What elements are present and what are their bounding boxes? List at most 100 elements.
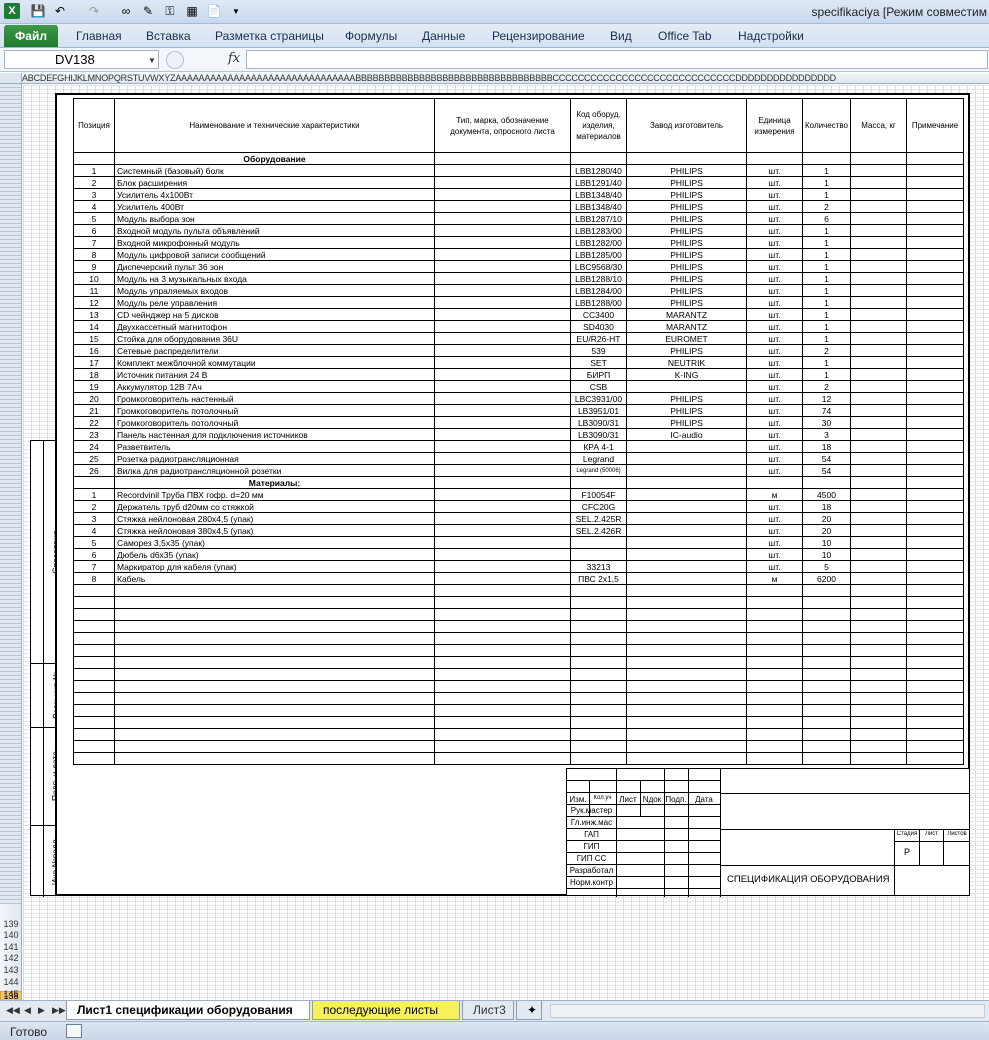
table-cell[interactable] (626, 656, 747, 669)
tab-view[interactable]: Вид (610, 29, 632, 43)
table-cell[interactable] (906, 584, 964, 597)
row-header[interactable]: 144 (0, 977, 21, 987)
next-sheet-icon[interactable]: ▶ (38, 1005, 45, 1016)
table-cell[interactable] (626, 452, 747, 465)
table-cell[interactable] (746, 584, 803, 597)
table-cell[interactable]: 10 (73, 272, 115, 285)
table-cell[interactable] (802, 608, 851, 621)
sheet-tab-2[interactable]: последующие листы (312, 1001, 460, 1020)
table-cell[interactable] (626, 440, 747, 453)
table-cell[interactable] (570, 596, 627, 609)
table-cell[interactable]: MARANTZ (626, 320, 747, 333)
table-cell[interactable] (570, 752, 627, 765)
table-cell[interactable] (802, 596, 851, 609)
table-cell[interactable]: 3 (73, 512, 115, 525)
row-header[interactable]: 143 (0, 965, 21, 975)
table-cell[interactable] (906, 296, 964, 309)
table-cell[interactable] (73, 752, 115, 765)
table-cell[interactable] (626, 680, 747, 693)
table-cell[interactable]: Системный (базовый) болк (114, 164, 435, 177)
table-cell[interactable] (114, 704, 435, 717)
table-cell[interactable] (434, 656, 571, 669)
table-cell[interactable]: LBB1288/10 (570, 272, 627, 285)
table-cell[interactable] (570, 692, 627, 705)
table-cell[interactable]: LBB1285/00 (570, 248, 627, 261)
table-cell[interactable] (906, 524, 964, 537)
table-cell[interactable]: 17 (73, 356, 115, 369)
table-cell[interactable]: 20 (73, 392, 115, 405)
table-cell[interactable]: 33213 (570, 560, 627, 573)
table-cell[interactable] (434, 212, 571, 225)
first-sheet-icon[interactable]: ◀◀ (6, 1005, 20, 1016)
table-cell[interactable] (802, 728, 851, 741)
table-cell[interactable]: Громкоговоритель потолочный (114, 416, 435, 429)
table-cell[interactable]: SEL.2.426R (570, 524, 627, 537)
table-cell[interactable]: Держатель труб d20мм со стяжкой (114, 500, 435, 513)
table-cell[interactable]: 26 (73, 464, 115, 477)
table-cell[interactable]: LBB1287/10 (570, 212, 627, 225)
table-cell[interactable]: 23 (73, 428, 115, 441)
table-cell[interactable]: шт. (746, 272, 803, 285)
table-cell[interactable]: шт. (746, 560, 803, 573)
table-cell[interactable]: 9 (73, 260, 115, 273)
table-cell[interactable] (114, 620, 435, 633)
table-cell[interactable] (434, 596, 571, 609)
table-cell[interactable]: PHILIPS (626, 284, 747, 297)
table-cell[interactable] (906, 380, 964, 393)
table-cell[interactable] (570, 704, 627, 717)
table-cell[interactable]: Legrand (50006) (570, 464, 627, 477)
table-cell[interactable] (434, 188, 571, 201)
table-cell[interactable]: Аккумулятор 12В 7Ач (114, 380, 435, 393)
table-cell[interactable] (746, 740, 803, 753)
table-cell[interactable]: шт. (746, 320, 803, 333)
table-cell[interactable]: 14 (73, 320, 115, 333)
table-cell[interactable]: PHILIPS (626, 188, 747, 201)
table-cell[interactable]: Розетка радиотрансляционная (114, 452, 435, 465)
table-cell[interactable] (570, 584, 627, 597)
tab-page-layout[interactable]: Разметка страницы (215, 29, 324, 43)
table-cell[interactable]: 5 (73, 212, 115, 225)
table-cell[interactable]: Модуль на 3 музыкальных входа (114, 272, 435, 285)
table-cell[interactable] (906, 596, 964, 609)
table-cell[interactable]: ПВС 2х1,5 (570, 572, 627, 585)
table-cell[interactable] (850, 200, 907, 213)
table-cell[interactable] (626, 536, 747, 549)
table-cell[interactable]: КРА 4-1 (570, 440, 627, 453)
table-cell[interactable] (114, 680, 435, 693)
table-cell[interactable]: LB3090/31 (570, 428, 627, 441)
table-cell[interactable]: 1 (802, 308, 851, 321)
table-cell[interactable] (906, 308, 964, 321)
table-cell[interactable] (746, 620, 803, 633)
table-cell[interactable] (434, 368, 571, 381)
table-cell[interactable]: CFC20G (570, 500, 627, 513)
table-cell[interactable] (906, 212, 964, 225)
table-cell[interactable] (626, 524, 747, 537)
table-cell[interactable]: шт. (746, 452, 803, 465)
table-cell[interactable] (850, 740, 907, 753)
table-cell[interactable] (850, 680, 907, 693)
table-cell[interactable] (850, 392, 907, 405)
table-cell[interactable] (906, 572, 964, 585)
table-cell[interactable] (746, 608, 803, 621)
table-cell[interactable] (434, 548, 571, 561)
table-cell[interactable] (906, 512, 964, 525)
table-cell[interactable] (434, 644, 571, 657)
table-cell[interactable]: 13 (73, 308, 115, 321)
table-cell[interactable]: 18 (73, 368, 115, 381)
table-cell[interactable] (434, 668, 571, 681)
redo-icon[interactable]: ↷ (86, 3, 102, 19)
table-cell[interactable]: Модуль цифровой записи сообщений (114, 248, 435, 261)
table-cell[interactable] (434, 320, 571, 333)
table-cell[interactable] (850, 188, 907, 201)
table-cell[interactable]: Стяжка нейлоновая 280х4,5 (упак) (114, 512, 435, 525)
table-cell[interactable]: Блок расширения (114, 176, 435, 189)
table-cell[interactable]: PHILIPS (626, 260, 747, 273)
table-cell[interactable] (906, 440, 964, 453)
table-cell[interactable] (906, 152, 964, 165)
table-cell[interactable] (906, 500, 964, 513)
table-cell[interactable]: Двухкассетный магнитофон (114, 320, 435, 333)
table-cell[interactable]: 6 (802, 212, 851, 225)
table-cell[interactable] (850, 548, 907, 561)
table-cell[interactable]: PHILIPS (626, 212, 747, 225)
table-cell[interactable] (906, 224, 964, 237)
